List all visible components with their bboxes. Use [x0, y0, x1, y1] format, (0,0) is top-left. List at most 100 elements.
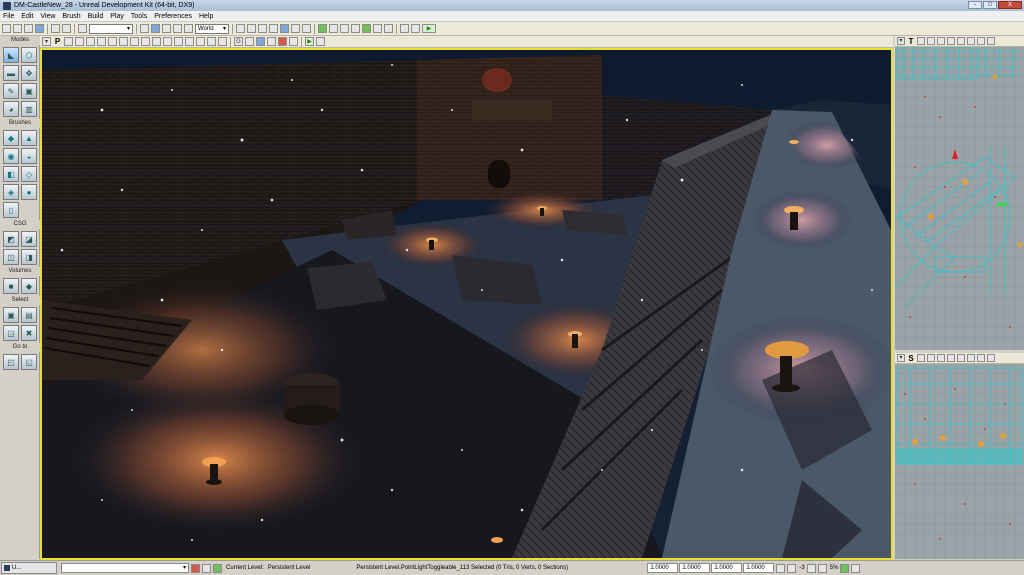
- statusbar-options-icon[interactable]: [851, 563, 861, 573]
- rotation-grid-icon[interactable]: [806, 563, 816, 573]
- light-complexity-icon[interactable]: [130, 37, 139, 46]
- scale-nonuniform-icon[interactable]: [184, 24, 193, 33]
- brush-wireframe-icon[interactable]: [108, 37, 117, 46]
- csg-subtract-icon[interactable]: ◪: [21, 231, 37, 247]
- menu-play[interactable]: Play: [110, 13, 124, 20]
- minimize-button[interactable]: -: [968, 1, 982, 9]
- generic-browser-icon[interactable]: [236, 24, 245, 33]
- scale-icon[interactable]: [173, 24, 182, 33]
- kismet-icon[interactable]: [247, 24, 256, 33]
- show-all-icon[interactable]: ✖: [21, 325, 37, 341]
- camera-speed-icon[interactable]: [316, 37, 325, 46]
- viewport-options-icon[interactable]: ▾: [897, 37, 905, 45]
- lighting-only-icon[interactable]: [967, 354, 975, 362]
- search-combo[interactable]: ▾: [89, 23, 133, 34]
- autosave-icon[interactable]: [840, 563, 850, 573]
- geometry-mode-icon[interactable]: ⬡: [21, 47, 37, 63]
- maximize-button[interactable]: □: [983, 1, 997, 9]
- realtime-icon[interactable]: [917, 354, 925, 362]
- build-cover-icon[interactable]: [351, 24, 360, 33]
- side-view-label[interactable]: S: [907, 354, 915, 363]
- content-browser-icon[interactable]: [280, 24, 289, 33]
- menu-file[interactable]: File: [3, 13, 14, 20]
- side-viewport[interactable]: [895, 364, 1024, 559]
- cylinder-brush-icon[interactable]: ◉: [3, 148, 19, 164]
- shader-complexity-icon[interactable]: [152, 37, 161, 46]
- rotate-icon[interactable]: [162, 24, 171, 33]
- sheet-brush-icon[interactable]: ◇: [21, 166, 37, 182]
- menu-preferences[interactable]: Preferences: [154, 13, 192, 20]
- reflections-icon[interactable]: [174, 37, 183, 46]
- select-icon[interactable]: [140, 24, 149, 33]
- lighting-quality-icon[interactable]: [373, 24, 382, 33]
- csg-deintersect-icon[interactable]: ◨: [21, 249, 37, 265]
- cube-brush-icon[interactable]: ◆: [3, 130, 19, 146]
- open-map-icon[interactable]: [13, 24, 22, 33]
- goto-actor-icon[interactable]: ◰: [3, 354, 19, 370]
- mesh-paint-icon[interactable]: ▣: [21, 83, 37, 99]
- lighting-only-icon[interactable]: [967, 37, 975, 45]
- menu-brush[interactable]: Brush: [62, 13, 80, 20]
- viewport-options-icon[interactable]: ▾: [42, 37, 51, 46]
- viewport-options-icon[interactable]: ▾: [897, 354, 905, 362]
- terrain-mode-icon[interactable]: ▬: [3, 65, 19, 81]
- hide-selected-icon[interactable]: ▤: [21, 307, 37, 323]
- play-on-pc-icon[interactable]: [411, 24, 420, 33]
- drag-grid-toggle-icon[interactable]: [776, 563, 786, 573]
- top-viewport[interactable]: [895, 47, 1024, 350]
- scene-manager-icon[interactable]: [302, 24, 311, 33]
- redo-icon[interactable]: [62, 24, 71, 33]
- save-all-icon[interactable]: [35, 24, 44, 33]
- texture-density-icon[interactable]: [987, 354, 995, 362]
- level-lock-icon[interactable]: [191, 563, 200, 573]
- bsp-icon[interactable]: [289, 37, 298, 46]
- lock-viewport-icon[interactable]: [196, 37, 205, 46]
- csg-add-icon[interactable]: ◩: [3, 231, 19, 247]
- lighting-only-icon[interactable]: [119, 37, 128, 46]
- lit-mode-icon[interactable]: [75, 37, 84, 46]
- show-selected-icon[interactable]: ▣: [3, 307, 19, 323]
- menu-help[interactable]: Help: [199, 13, 213, 20]
- build-geometry-icon[interactable]: [318, 24, 327, 33]
- search-icon[interactable]: [78, 24, 87, 33]
- texture-align-icon[interactable]: ▥: [21, 101, 37, 117]
- matinee-icon[interactable]: [258, 24, 267, 33]
- build-paths-icon[interactable]: [340, 24, 349, 33]
- rotation-snap-icon[interactable]: [245, 37, 254, 46]
- brush-wireframe-icon[interactable]: [957, 354, 965, 362]
- play-in-viewport-icon[interactable]: [400, 24, 409, 33]
- volumetric-brush-icon[interactable]: ▯: [3, 202, 19, 218]
- unlit-mode-icon[interactable]: [937, 37, 945, 45]
- drag-grid-y[interactable]: 1.0000: [679, 563, 711, 573]
- taskbar-button[interactable]: U...: [1, 562, 57, 574]
- snap-icon[interactable]: [218, 37, 227, 46]
- unlit-mode-icon[interactable]: [937, 354, 945, 362]
- undo-icon[interactable]: [51, 24, 60, 33]
- unlit-mode-icon[interactable]: [86, 37, 95, 46]
- menu-edit[interactable]: Edit: [21, 13, 33, 20]
- menu-view[interactable]: View: [40, 13, 55, 20]
- realtime-icon[interactable]: [64, 37, 73, 46]
- build-options-icon[interactable]: [384, 24, 393, 33]
- drag-grid-x[interactable]: 1.0000: [647, 563, 679, 573]
- move-mode-icon[interactable]: ✥: [21, 65, 37, 81]
- play-from-here-button[interactable]: ▶: [305, 37, 314, 46]
- select-invert-icon[interactable]: ◲: [3, 325, 19, 341]
- add-volume-icon[interactable]: ■: [3, 278, 19, 294]
- wireframe-mode-icon[interactable]: [97, 37, 106, 46]
- build-lighting-icon[interactable]: [329, 24, 338, 33]
- scale-grid-icon[interactable]: [817, 563, 827, 573]
- lit-mode-icon[interactable]: [927, 37, 935, 45]
- drag-grid-z[interactable]: 1.0000: [711, 563, 743, 573]
- menu-build[interactable]: Build: [88, 13, 104, 20]
- sphere-brush-icon[interactable]: ●: [21, 184, 37, 200]
- grid-size-icon[interactable]: [787, 563, 797, 573]
- wireframe-mode-icon[interactable]: [947, 37, 955, 45]
- curved-stair-icon[interactable]: ◒: [21, 148, 37, 164]
- translate-icon[interactable]: [151, 24, 160, 33]
- perspective-label[interactable]: P: [53, 37, 62, 46]
- spiral-stair-icon[interactable]: ◈: [3, 184, 19, 200]
- top-view-label[interactable]: T: [907, 37, 915, 46]
- level-browse-icon[interactable]: [202, 563, 211, 573]
- volume-settings-icon[interactable]: ◆: [21, 278, 37, 294]
